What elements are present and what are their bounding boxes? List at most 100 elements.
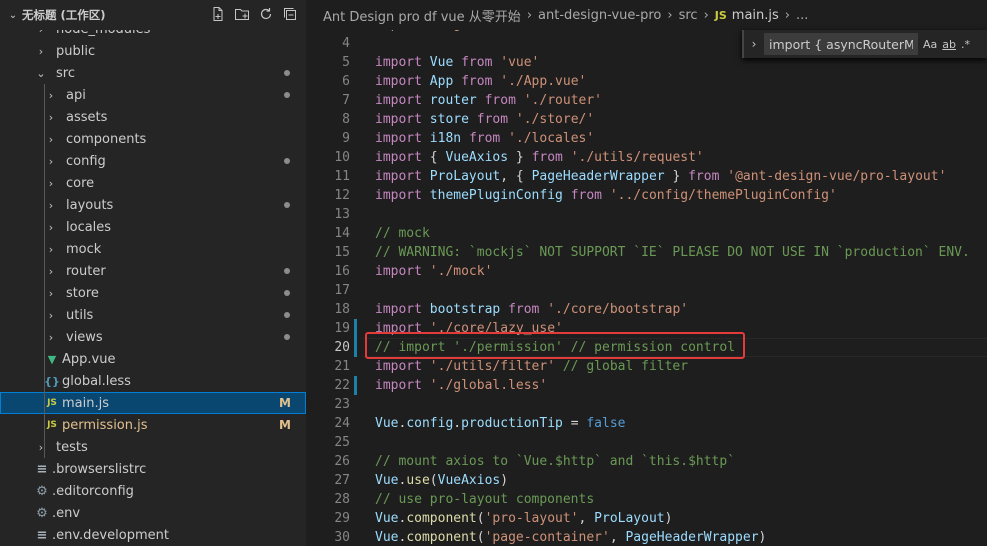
line-number: 20 <box>334 340 350 355</box>
code-line[interactable]: 8 import store from './store/' <box>306 110 987 129</box>
chevron-down-icon[interactable]: ⌄ <box>34 67 48 80</box>
chevron-right-icon[interactable]: › <box>44 309 58 322</box>
breadcrumb-segment[interactable]: ant-design-vue-pro <box>538 8 661 23</box>
code-line[interactable]: 17 <box>306 281 987 300</box>
code-lines[interactable]: 3import 'regenerator-runtime/runtime'45i… <box>306 15 987 546</box>
chevron-right-icon[interactable]: › <box>44 133 58 146</box>
code-line[interactable]: 21 import './utils/filter' // global filt… <box>306 357 987 376</box>
chevron-right-icon[interactable]: › <box>44 331 58 344</box>
tree-item[interactable]: › router <box>0 260 306 282</box>
code-line[interactable]: 15 // WARNING: `mockjs` NOT SUPPORT `IE` … <box>306 243 987 262</box>
code-line[interactable]: 23 <box>306 395 987 414</box>
code-line[interactable]: 13 <box>306 205 987 224</box>
tree-item[interactable]: › views <box>0 326 306 348</box>
code-token: } <box>515 150 532 165</box>
tree-item[interactable]: ≡ .browserslistrc <box>0 458 306 480</box>
line-number: 27 <box>334 473 350 488</box>
breadcrumb-segment[interactable]: Ant Design pro df vue 从零开始 <box>323 6 521 25</box>
collapse-all-icon[interactable] <box>282 6 298 22</box>
chevron-right-icon[interactable]: › <box>44 111 58 124</box>
code-line[interactable]: 16 import './mock' <box>306 262 987 281</box>
tree-item[interactable]: › tests <box>0 436 306 458</box>
code-token: import <box>375 55 430 70</box>
code-line[interactable]: 6 import App from './App.vue' <box>306 72 987 91</box>
code-token: ( <box>476 511 485 526</box>
breadcrumb-segment[interactable]: main.js <box>732 8 779 23</box>
code-token: config <box>406 416 454 431</box>
chevron-right-icon[interactable]: › <box>44 287 58 300</box>
code-line[interactable]: 11 import ProLayout, { PageHeaderWrapper … <box>306 167 987 186</box>
tree-item[interactable]: › mock <box>0 238 306 260</box>
code-line[interactable]: 28 // use pro-layout components <box>306 490 987 509</box>
code-line[interactable]: 27 Vue.use(VueAxios) <box>306 471 987 490</box>
code-token: import <box>375 302 430 317</box>
line-number: 5 <box>342 55 350 70</box>
code-line[interactable]: 30 Vue.component('page-container', PageHe… <box>306 528 987 546</box>
tree-item[interactable]: › store <box>0 282 306 304</box>
code-line[interactable]: 12 import themePluginConfig from '../conf… <box>306 186 987 205</box>
js-file-icon: JS <box>47 420 57 430</box>
chevron-right-icon[interactable]: › <box>34 441 48 454</box>
code-line[interactable]: 14 // mock <box>306 224 987 243</box>
tree-item[interactable]: JS permission.js M <box>0 414 306 436</box>
match-whole-word-toggle[interactable]: ab <box>942 38 956 51</box>
code-line[interactable]: 29 Vue.component('pro-layout', ProLayout) <box>306 509 987 528</box>
breadcrumb-segment[interactable]: ... <box>796 8 808 23</box>
tree-item[interactable]: ≡ .env.development <box>0 524 306 546</box>
code-token: false <box>586 416 626 431</box>
code-token: 'page-container' <box>484 530 610 545</box>
tree-item[interactable]: ⌄ src <box>0 62 306 84</box>
new-folder-icon[interactable] <box>234 6 250 22</box>
use-regex-toggle[interactable]: .* <box>961 38 970 51</box>
tree-item[interactable]: ▼ App.vue <box>0 348 306 370</box>
code-token: router <box>429 93 485 108</box>
code-editor[interactable]: 3import 'regenerator-runtime/runtime'45i… <box>306 0 987 546</box>
code-line[interactable]: 10 import { VueAxios } from './utils/requ… <box>306 148 987 167</box>
chevron-right-icon[interactable]: › <box>44 177 58 190</box>
tree-item[interactable]: ⚙ .env <box>0 502 306 524</box>
line-number: 19 <box>334 321 350 336</box>
chevron-right-icon[interactable]: › <box>44 221 58 234</box>
tree-item[interactable]: › layouts <box>0 194 306 216</box>
chevron-right-icon[interactable]: › <box>44 243 58 256</box>
tree-item-label: views <box>66 329 103 345</box>
code-text: import store from './store/' <box>375 110 594 129</box>
code-line[interactable]: 25 <box>306 433 987 452</box>
new-file-icon[interactable] <box>210 6 226 22</box>
tree-item[interactable]: › core <box>0 172 306 194</box>
chevron-right-icon[interactable]: › <box>744 37 764 51</box>
tree-item[interactable]: › locales <box>0 216 306 238</box>
chevron-right-icon[interactable]: › <box>44 199 58 212</box>
chevron-down-icon[interactable]: ⌄ <box>4 10 22 21</box>
code-line[interactable]: 22 import './global.less' <box>306 376 987 395</box>
code-line[interactable]: 7 import router from './router' <box>306 91 987 110</box>
tree-item[interactable]: › api <box>0 84 306 106</box>
tree-item[interactable]: ⚙ .editorconfig <box>0 480 306 502</box>
tree-item[interactable]: {} global.less <box>0 370 306 392</box>
code-token: . <box>453 416 462 431</box>
code-line[interactable]: 26 // mount axios to `Vue.$http` and `thi… <box>306 452 987 471</box>
tree-item[interactable]: JS main.js M <box>0 392 306 414</box>
tree-item[interactable]: › components <box>0 128 306 150</box>
code-token: from <box>461 74 501 89</box>
code-line[interactable]: 24 Vue.config.productionTip = false <box>306 414 987 433</box>
chevron-right-icon[interactable]: › <box>44 89 58 102</box>
tree-item[interactable]: › config <box>0 150 306 172</box>
code-token: from <box>484 93 524 108</box>
tree-item[interactable]: › assets <box>0 106 306 128</box>
code-line[interactable]: 18 import bootstrap from './core/bootstra… <box>306 300 987 319</box>
chevron-right-icon[interactable]: › <box>34 45 48 58</box>
match-case-toggle[interactable]: Aa <box>923 38 937 51</box>
refresh-icon[interactable] <box>258 6 274 22</box>
tree-item-label: App.vue <box>62 351 116 367</box>
code-line[interactable]: 9 import i18n from './locales' <box>306 129 987 148</box>
chevron-right-icon[interactable]: › <box>44 265 58 278</box>
find-input[interactable] <box>764 33 918 55</box>
breadcrumb: Ant Design pro df vue 从零开始 › ant-design-vu… <box>306 0 987 30</box>
code-token: import <box>375 188 430 203</box>
explorer-header[interactable]: ⌄ 无标题 (工作区) <box>0 0 306 30</box>
tree-item[interactable]: › public <box>0 40 306 62</box>
tree-item[interactable]: › utils <box>0 304 306 326</box>
chevron-right-icon[interactable]: › <box>44 155 58 168</box>
breadcrumb-segment[interactable]: src <box>679 8 698 23</box>
